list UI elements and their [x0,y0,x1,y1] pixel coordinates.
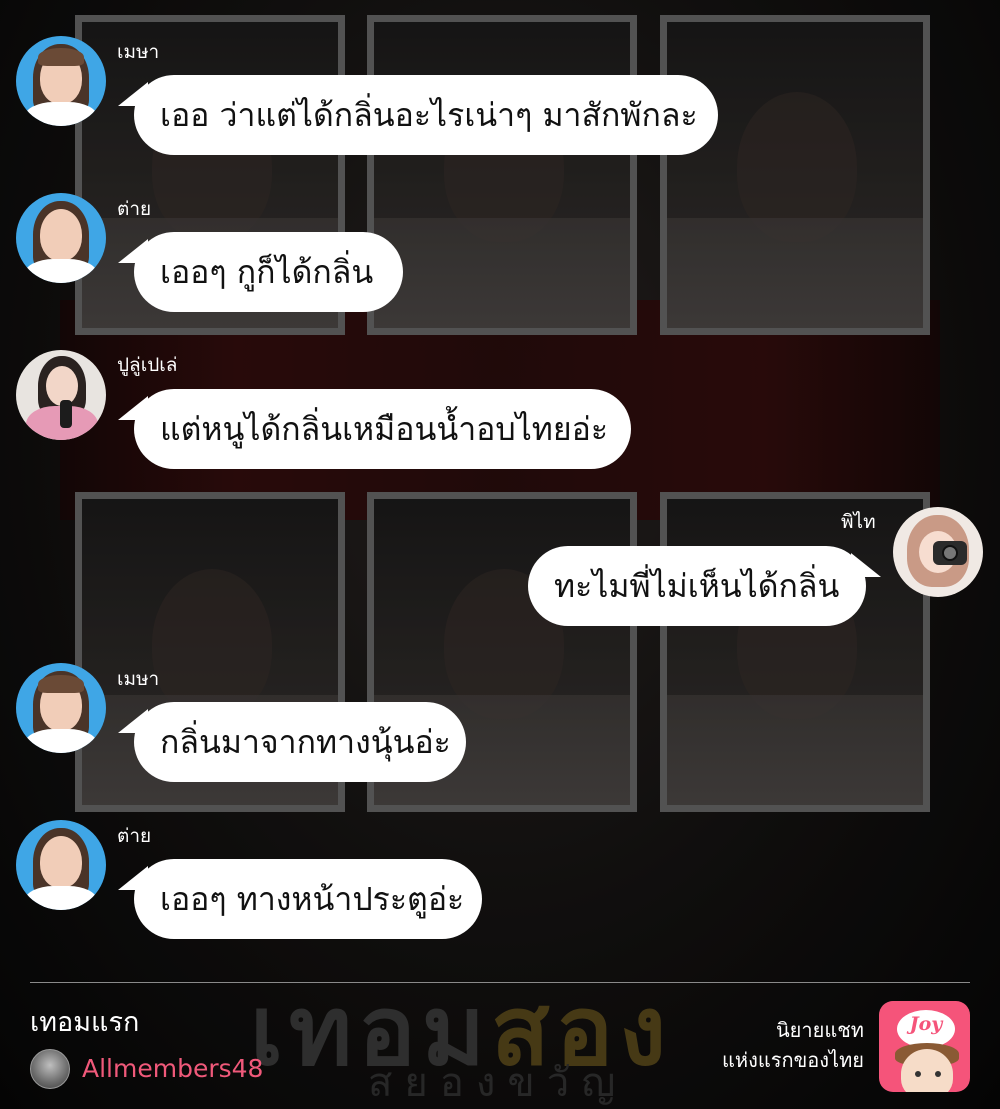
message-bubble[interactable]: เออๆ กูก็ได้กลิ่น [134,232,403,312]
sender-name: พิไท [841,511,876,533]
sender-name: ต่าย [117,198,152,220]
avatar-pulupele[interactable] [16,350,106,440]
story-title[interactable]: เทอมแรก [30,1006,139,1040]
message-bubble[interactable]: กลิ่นมาจากทางนุ้นอ่ะ [134,702,466,782]
promo-line: แห่งแรกของไทย [722,1048,864,1072]
avatar-mesa[interactable] [16,663,106,753]
joylada-logo-icon[interactable]: Joy [879,1001,970,1092]
sender-name: เมษา [117,41,160,63]
logo-text: Joy [909,1013,943,1035]
avatar-tai[interactable] [16,193,106,283]
message-bubble[interactable]: เออ ว่าแต่ได้กลิ่นอะไรเน่าๆ มาสักพักละ [134,75,718,155]
author-avatar[interactable] [30,1049,70,1089]
footer-divider [30,982,970,983]
sender-name: เมษา [117,668,160,690]
avatar-tai[interactable] [16,820,106,910]
avatar-pitai[interactable] [893,507,983,597]
message-bubble[interactable]: แต่หนูได้กลิ่นเหมือนน้ำอบไทยอ่ะ [134,389,631,469]
message-bubble[interactable]: เออๆ ทางหน้าประตูอ่ะ [134,859,482,939]
promo-text: นิยายแชท แห่งแรกของไทย [722,1015,864,1075]
message-bubble[interactable]: ทะไมพี่ไม่เห็นได้กลิ่น [528,546,866,626]
sender-name: ปูลู่เปเล่ [117,354,178,376]
avatar-mesa[interactable] [16,36,106,126]
author-name[interactable]: Allmembers48 [82,1052,263,1086]
sender-name: ต่าย [117,825,152,847]
promo-line: นิยายแชท [776,1018,864,1042]
